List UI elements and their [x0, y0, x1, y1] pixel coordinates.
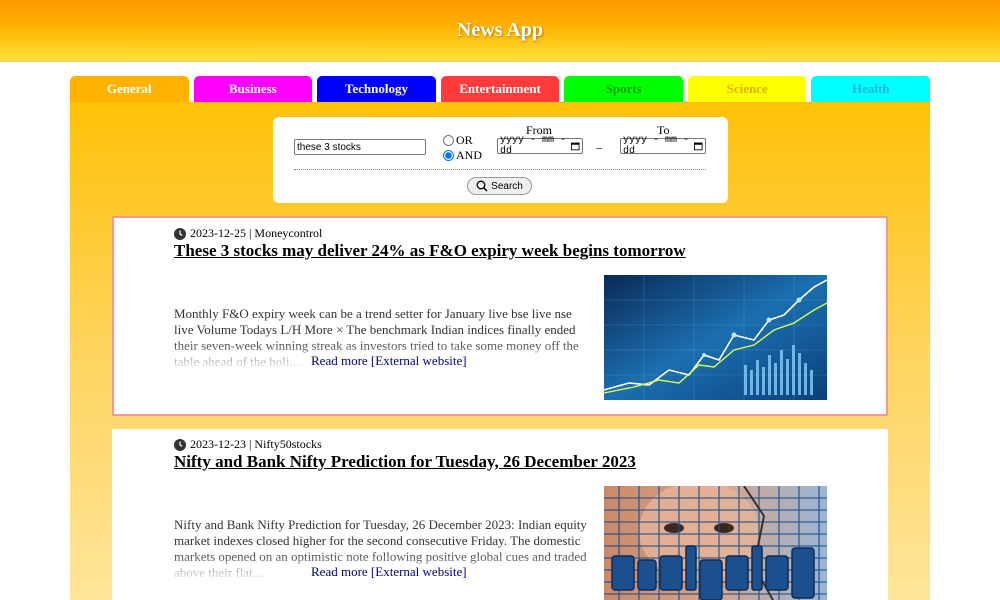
tab-technology[interactable]: Technology — [317, 76, 436, 102]
or-option[interactable]: OR — [443, 133, 473, 148]
clock-icon — [174, 227, 186, 240]
keyword-input[interactable] — [294, 139, 426, 155]
tab-health[interactable]: Health — [811, 76, 931, 102]
article-source: Moneycontrol — [254, 226, 323, 240]
article-card: 2023-12-25 | Moneycontrol These 3 stocks… — [112, 216, 888, 416]
tab-general[interactable]: General — [70, 76, 189, 102]
article-date: 2023-12-23 — [190, 437, 246, 451]
date-placeholder: yyyy - mm - dd — [500, 135, 567, 157]
search-panel: OR AND From To yyyy - mm - dd – yyyy - m… — [273, 117, 728, 203]
stock-chart-image — [604, 275, 827, 400]
search-divider — [294, 169, 706, 170]
app-title: News App — [456, 19, 544, 41]
date-range-dash: – — [596, 140, 602, 154]
article-source: Nifty50stocks — [254, 437, 322, 451]
category-tabs: General Business Technology Entertainmen… — [70, 76, 931, 102]
tab-label: General — [106, 81, 152, 96]
article-meta: 2023-12-25 | Moneycontrol — [174, 226, 322, 241]
tab-label: Health — [851, 81, 890, 96]
or-label: OR — [456, 133, 473, 147]
tab-content-panel: OR AND From To yyyy - mm - dd – yyyy - m… — [70, 102, 930, 600]
read-more-link[interactable]: Read more [External website] — [311, 564, 467, 580]
tab-sports[interactable]: Sports — [564, 76, 683, 102]
analysis-image — [604, 486, 827, 600]
meta-separator: | — [249, 437, 252, 451]
and-label: AND — [456, 148, 482, 162]
calendar-icon[interactable] — [694, 141, 703, 151]
date-placeholder: yyyy - mm - dd — [623, 135, 690, 157]
article-meta: 2023-12-23 | Nifty50stocks — [174, 437, 322, 452]
search-button[interactable]: Search — [467, 177, 532, 195]
tab-label: Technology — [344, 81, 408, 96]
tab-entertainment[interactable]: Entertainment — [440, 76, 560, 102]
tab-label: Entertainment — [459, 81, 541, 96]
tab-label: Science — [726, 81, 768, 96]
from-date-input[interactable]: yyyy - mm - dd — [497, 135, 583, 157]
to-date-input[interactable]: yyyy - mm - dd — [620, 135, 706, 157]
tab-label: Sports — [605, 81, 642, 96]
tab-label: Business — [229, 81, 277, 96]
article-title-link[interactable]: These 3 stocks may deliver 24% as F&O ex… — [174, 241, 686, 261]
article-date: 2023-12-25 — [190, 226, 246, 240]
tab-science[interactable]: Science — [687, 76, 807, 102]
calendar-icon[interactable] — [571, 141, 580, 151]
or-radio[interactable] — [443, 135, 454, 146]
and-option[interactable]: AND — [443, 148, 482, 163]
search-button-label: Search — [491, 180, 523, 192]
and-radio[interactable] — [443, 150, 454, 161]
meta-separator: | — [249, 226, 252, 240]
article-title-link[interactable]: Nifty and Bank Nifty Prediction for Tues… — [174, 452, 636, 472]
app-header: News App — [0, 0, 1000, 62]
read-more-link[interactable]: Read more [External website] — [311, 353, 467, 369]
clock-icon — [174, 438, 186, 451]
article-card: 2023-12-23 | Nifty50stocks Nifty and Ban… — [112, 429, 888, 600]
tab-business[interactable]: Business — [193, 76, 313, 102]
search-icon — [476, 180, 488, 192]
